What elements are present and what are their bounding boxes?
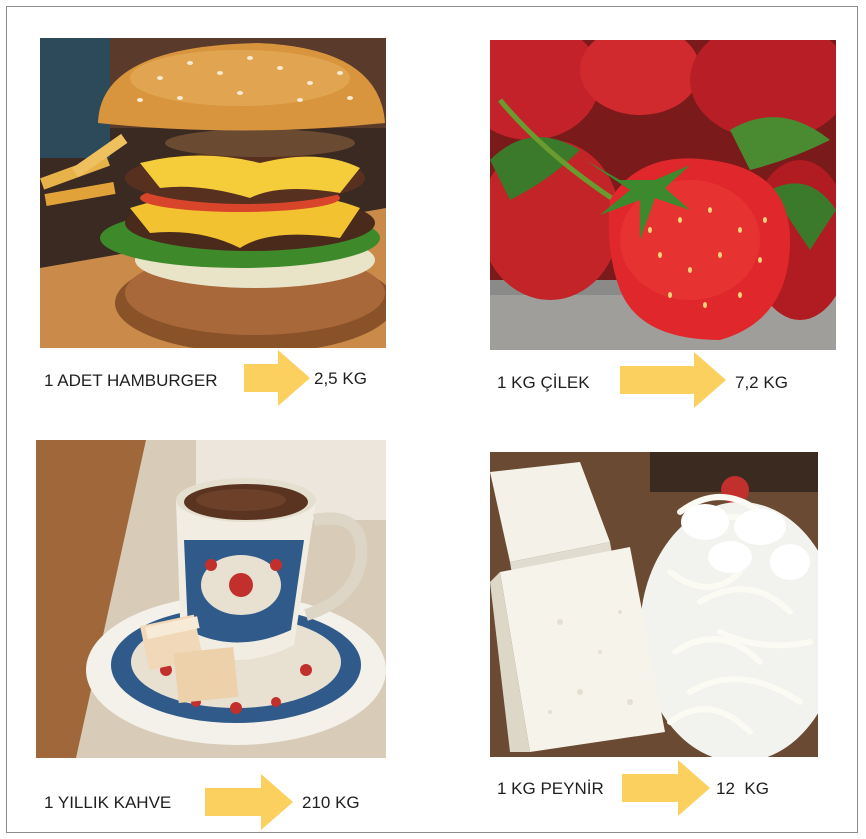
coffee-item-label: 1 YILLIK KAHVE — [44, 793, 172, 812]
strawberry-photo — [490, 40, 836, 350]
coffee-arrow-icon — [205, 774, 293, 830]
hamburger-value-label: 2,5 KG — [314, 369, 367, 388]
hamburger-photo — [40, 38, 386, 348]
cheese-arrow-icon — [622, 760, 710, 816]
strawberry-value-label: 7,2 KG — [735, 373, 788, 392]
coffee-value-label: 210 KG — [302, 793, 360, 812]
hamburger-arrow-icon — [244, 350, 310, 406]
coffee-photo — [36, 440, 386, 758]
hamburger-item-label: 1 ADET HAMBURGER — [44, 371, 218, 390]
strawberry-item-label: 1 KG ÇİLEK — [497, 373, 590, 392]
cheese-photo — [490, 452, 818, 757]
cheese-value-label: 12 KG — [716, 779, 769, 798]
strawberry-arrow-icon — [620, 352, 726, 408]
cheese-item-label: 1 KG PEYNİR — [497, 779, 604, 798]
